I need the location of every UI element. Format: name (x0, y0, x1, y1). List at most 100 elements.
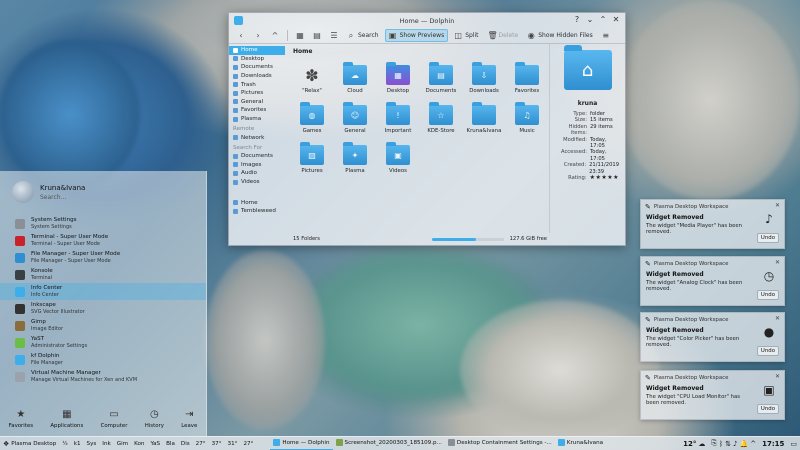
maximize-button[interactable]: ⌃ (598, 15, 608, 25)
launcher-app-item[interactable]: kf Dolphin File Manager (0, 351, 206, 368)
weather-widget[interactable]: 12° ☁ (680, 437, 708, 450)
quick-launch-item[interactable]: YaS (147, 437, 163, 450)
undo-button[interactable]: Undo (756, 404, 779, 414)
tab-applications[interactable]: ▦ Applications (50, 409, 83, 429)
details-view-button[interactable]: ☰ (327, 29, 341, 42)
folder-item[interactable]: Kruna&Ivana (463, 99, 505, 139)
sidebar-item-favorites[interactable]: Favorites (229, 106, 285, 115)
volume-icon[interactable]: ♪ (733, 440, 737, 448)
launcher-app-item[interactable]: YaST Administrator Settings (0, 334, 206, 351)
launcher-app-item[interactable]: Terminal - Super User Mode Terminal - Sup… (0, 232, 206, 249)
launcher-app-item[interactable]: Inkscape SVG Vector Illustrator (0, 300, 206, 317)
digital-clock[interactable]: 17:15 (759, 437, 787, 450)
quick-launch-item[interactable]: Bla (163, 437, 178, 450)
leave-icon: ⇥ (185, 408, 194, 420)
folder-item[interactable]: Favorites (506, 59, 548, 99)
sidebar-item-home[interactable]: Home (229, 198, 285, 207)
search-button[interactable]: ⌕ Search (344, 29, 382, 42)
taskbar-task[interactable]: Home — Dolphin (270, 437, 333, 450)
show-desktop-button[interactable]: ▭ (787, 437, 800, 450)
tab-favorites[interactable]: ★ Favorites (9, 409, 33, 429)
breadcrumb[interactable]: Home (287, 44, 549, 59)
pager-desktop-2[interactable]: k1 (71, 437, 84, 450)
sidebar-item-documents[interactable]: Documents (229, 63, 285, 72)
split-button[interactable]: ◫ Split (451, 29, 481, 42)
launcher-app-item[interactable]: System Settings System Settings (0, 215, 206, 232)
rating-stars[interactable]: ★★★★★ (590, 174, 619, 181)
up-button[interactable]: ^ (268, 29, 282, 42)
help-icon[interactable]: ? (572, 15, 582, 25)
folder-item[interactable]: ◍ Games (291, 99, 333, 139)
show-hidden-button[interactable]: ◉ Show Hidden Files (524, 29, 595, 42)
folder-item[interactable]: ✦ Plasma (334, 139, 376, 179)
quick-launch-item[interactable]: Kon (131, 437, 147, 450)
sidebar-item-images[interactable]: Images (229, 161, 285, 170)
launcher-app-item[interactable]: Info Center Info Center (0, 283, 206, 300)
taskbar-task[interactable]: Kruna&Ivana (555, 437, 606, 450)
launcher-app-item[interactable]: Konsole Terminal (0, 266, 206, 283)
application-menu-button[interactable]: ❖ Plasma Desktop (0, 437, 59, 450)
sidebar-item-downloads[interactable]: Downloads (229, 72, 285, 81)
undo-button[interactable]: Undo (756, 233, 779, 243)
sidebar-item-general[interactable]: General (229, 98, 285, 107)
plasma-menu-icon: ❖ (3, 439, 10, 448)
folder-item[interactable]: ▧ Pictures (291, 139, 333, 179)
taskbar-task[interactable]: Screenshot_20200303_185109.p... (333, 437, 445, 450)
close-button[interactable]: ✕ (611, 15, 621, 25)
sidebar-item-videos[interactable]: Videos (229, 178, 285, 187)
clipboard-icon[interactable]: ⎘ (711, 439, 717, 448)
forward-button[interactable]: › (251, 29, 265, 42)
close-icon[interactable]: ✕ (775, 202, 780, 209)
sidebar-item-desktop[interactable]: Desktop (229, 55, 285, 64)
folder-item[interactable]: ! Important (377, 99, 419, 139)
folder-item[interactable]: ▦ Desktop (377, 59, 419, 99)
tab-history[interactable]: ◷ History (145, 409, 164, 429)
temperature-sensor: 37° (211, 440, 222, 447)
quick-launch-item[interactable]: Dis (178, 437, 193, 450)
delete-button[interactable]: 🗑 Delete (485, 29, 522, 42)
icons-view-button[interactable]: ▦ (293, 29, 307, 42)
folder-item[interactable]: ☺ General (334, 99, 376, 139)
quick-launch-item[interactable]: Ink (99, 437, 113, 450)
tray-expand-icon[interactable]: ^ (750, 440, 756, 448)
notifications-icon[interactable]: 🔔 (739, 440, 748, 448)
close-icon[interactable]: ✕ (775, 315, 780, 322)
folder-item[interactable]: ▣ Videos (377, 139, 419, 179)
minimize-button[interactable]: ⌄ (585, 15, 595, 25)
undo-button[interactable]: Undo (756, 290, 779, 300)
launcher-app-item[interactable]: File Manager - Super User Mode File Manag… (0, 249, 206, 266)
folder-item[interactable]: ✽ "Relax" (291, 59, 333, 99)
pager-desktop-1[interactable]: ¼ (59, 437, 70, 450)
sidebar-item-audio[interactable]: Audio (229, 169, 285, 178)
close-icon[interactable]: ✕ (775, 259, 780, 266)
sidebar-item-trash[interactable]: Trash (229, 80, 285, 89)
quick-launch-item[interactable]: Gim (114, 437, 131, 450)
bluetooth-icon[interactable]: ᛒ (719, 440, 723, 448)
undo-button[interactable]: Undo (756, 346, 779, 356)
sidebar-item-home[interactable]: Home (229, 46, 285, 55)
launcher-app-item[interactable]: Gimp Image Editor (0, 317, 206, 334)
quick-launch-item[interactable]: Sys (84, 437, 100, 450)
folder-item[interactable]: ⇩ Downloads (463, 59, 505, 99)
tab-leave[interactable]: ⇥ Leave (181, 408, 197, 429)
launcher-app-item[interactable]: Virtual Machine Manager Manage Virtual Ma… (0, 368, 206, 385)
tab-computer[interactable]: ▭ Computer (101, 409, 128, 429)
hamburger-menu-button[interactable]: ≡ (599, 29, 613, 42)
window-titlebar[interactable]: Home — Dolphin ? ⌄ ⌃ ✕ (229, 13, 625, 28)
sidebar-item-plasma[interactable]: Plasma (229, 115, 285, 124)
sidebar-item-documents[interactable]: Documents (229, 152, 285, 161)
show-previews-button[interactable]: ▣ Show Previews (384, 29, 449, 42)
sidebar-item-network[interactable]: Network (229, 133, 285, 142)
network-icon[interactable]: ⇅ (725, 440, 731, 448)
compact-view-button[interactable]: ▤ (310, 29, 324, 42)
folder-item[interactable]: ☆ KDE-Store (420, 99, 462, 139)
back-button[interactable]: ‹ (234, 29, 248, 42)
launcher-search-input[interactable]: Search... (40, 194, 85, 201)
sidebar-item-pictures[interactable]: Pictures (229, 89, 285, 98)
folder-item[interactable]: ♫ Music (506, 99, 548, 139)
taskbar-task[interactable]: Desktop Containment Settings -... (445, 437, 555, 450)
sidebar-item-tembleweed[interactable]: Tembleweed (229, 207, 285, 216)
folder-item[interactable]: ☁ Cloud (334, 59, 376, 99)
close-icon[interactable]: ✕ (775, 373, 780, 380)
folder-item[interactable]: ▤ Documents (420, 59, 462, 99)
